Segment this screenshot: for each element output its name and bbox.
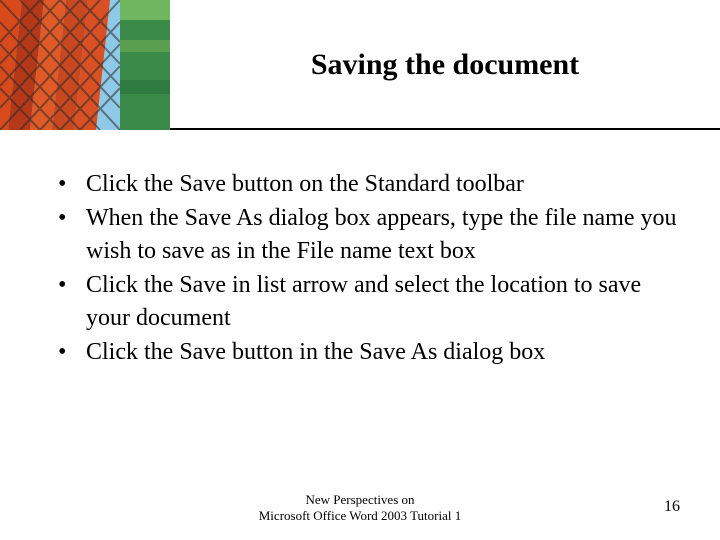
footer-line-1: New Perspectives on — [0, 492, 720, 508]
page-number: 16 — [664, 498, 680, 516]
footer-line-2: Microsoft Office Word 2003 Tutorial 1 — [0, 508, 720, 524]
list-item: Click the Save in list arrow and select … — [58, 269, 690, 334]
slide-header: Saving the document — [0, 0, 720, 130]
decorative-image — [0, 0, 170, 130]
bullet-list: Click the Save button on the Standard to… — [58, 168, 690, 368]
slide-content: Click the Save button on the Standard to… — [0, 130, 720, 368]
list-item: When the Save As dialog box appears, typ… — [58, 202, 690, 267]
slide-title: Saving the document — [190, 48, 700, 82]
list-item: Click the Save button on the Standard to… — [58, 168, 690, 200]
slide-footer: New Perspectives on Microsoft Office Wor… — [0, 492, 720, 525]
list-item: Click the Save button in the Save As dia… — [58, 336, 690, 368]
